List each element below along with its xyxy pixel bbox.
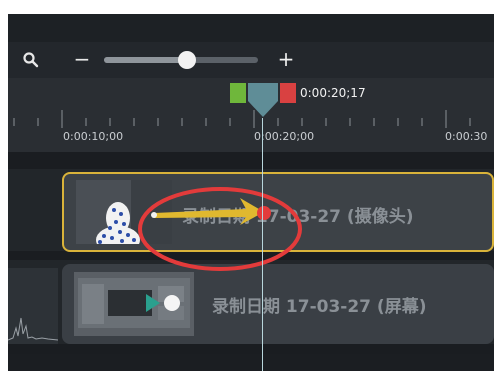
ruler-tick-label: 0:00:20;00	[254, 130, 315, 143]
zoom-slider[interactable]	[104, 51, 258, 69]
screen-clip-label: 录制日期 17-03-27 (屏幕)	[212, 297, 427, 317]
track-area: 录制日期 17-03-27 (摄像头) 录制日期 17-03-27 (屏幕)	[8, 152, 494, 371]
ruler-tick-label: 0:00:10;00	[63, 130, 124, 143]
webcam-clip-thumbnail	[76, 180, 172, 250]
playhead-handle[interactable]	[230, 83, 296, 127]
playhead-time: 0:00:20;17	[300, 86, 366, 100]
webcam-clip-label: 录制日期 17-03-27 (摄像头)	[182, 207, 414, 227]
timeline-panel: − + 0:00:10;00 0:00:20;00 0:00:30 录制日期 1…	[8, 14, 494, 371]
zoom-toolbar: − +	[8, 42, 494, 78]
webcam-clip[interactable]: 录制日期 17-03-27 (摄像头)	[62, 172, 494, 252]
search-icon[interactable]	[22, 51, 40, 69]
zoom-slider-thumb[interactable]	[178, 51, 196, 69]
screen-clip-thumbnail	[74, 272, 194, 336]
zoom-in-button[interactable]: +	[276, 49, 296, 69]
ruler-tick-label: 0:00:30	[445, 130, 488, 143]
audio-waveform	[8, 268, 59, 344]
timeline-footer	[8, 354, 494, 371]
playhead-line[interactable]	[262, 118, 263, 371]
zoom-slider-fill	[104, 57, 187, 63]
zoom-out-button[interactable]: −	[72, 49, 92, 70]
screen-clip[interactable]: 录制日期 17-03-27 (屏幕)	[62, 264, 494, 344]
